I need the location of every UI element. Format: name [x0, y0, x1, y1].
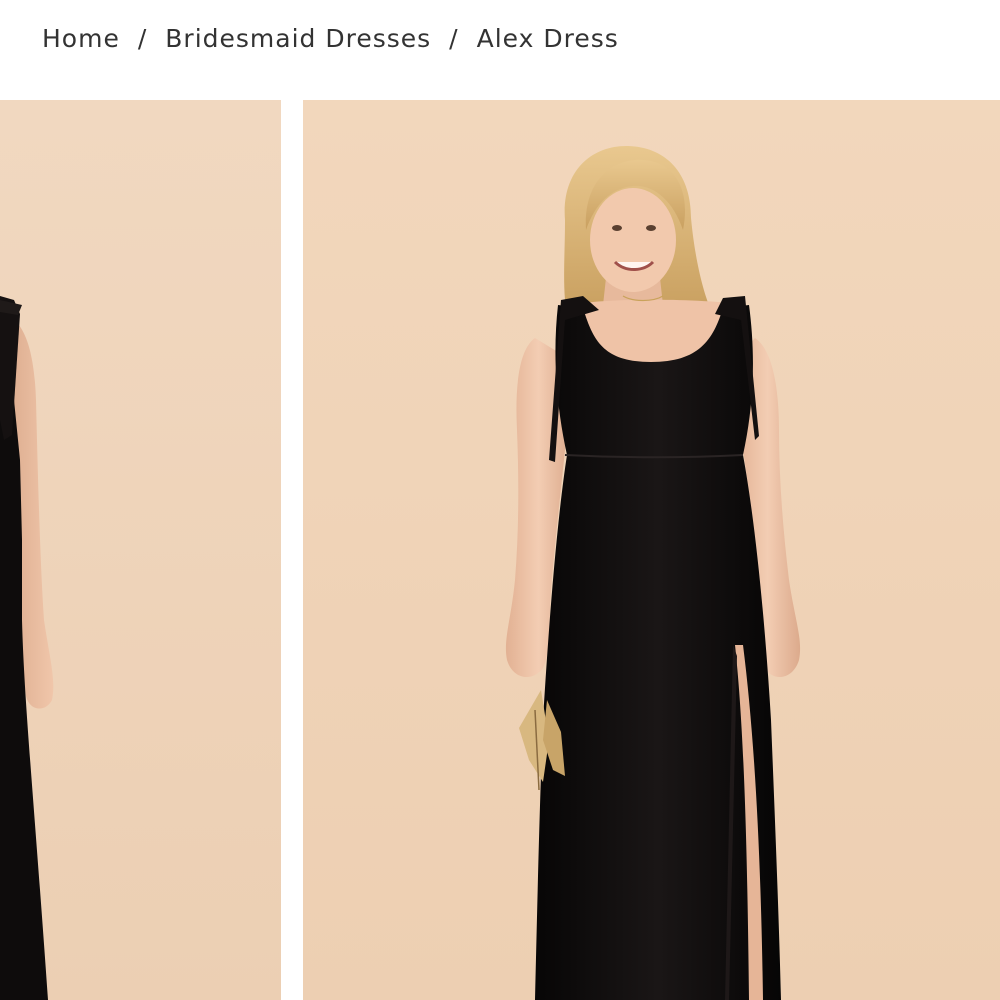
breadcrumb-separator: /: [137, 23, 148, 53]
breadcrumb-current-page: Alex Dress: [476, 23, 619, 53]
product-photo-side-view: [0, 100, 281, 1000]
breadcrumb-home-link[interactable]: Home: [42, 24, 120, 53]
product-image-gallery: [0, 100, 1000, 1000]
breadcrumb-bridesmaid-dresses-link[interactable]: Bridesmaid Dresses: [165, 24, 431, 53]
breadcrumb: Home / Bridesmaid Dresses / Alex Dress: [42, 20, 619, 56]
product-photo-front-view: [303, 100, 1000, 1000]
breadcrumb-separator: /: [449, 23, 459, 53]
product-page: Home / Bridesmaid Dresses / Alex Dress: [0, 0, 1000, 1000]
product-image-previous[interactable]: [0, 100, 281, 1000]
product-image-main[interactable]: [303, 100, 1000, 1000]
